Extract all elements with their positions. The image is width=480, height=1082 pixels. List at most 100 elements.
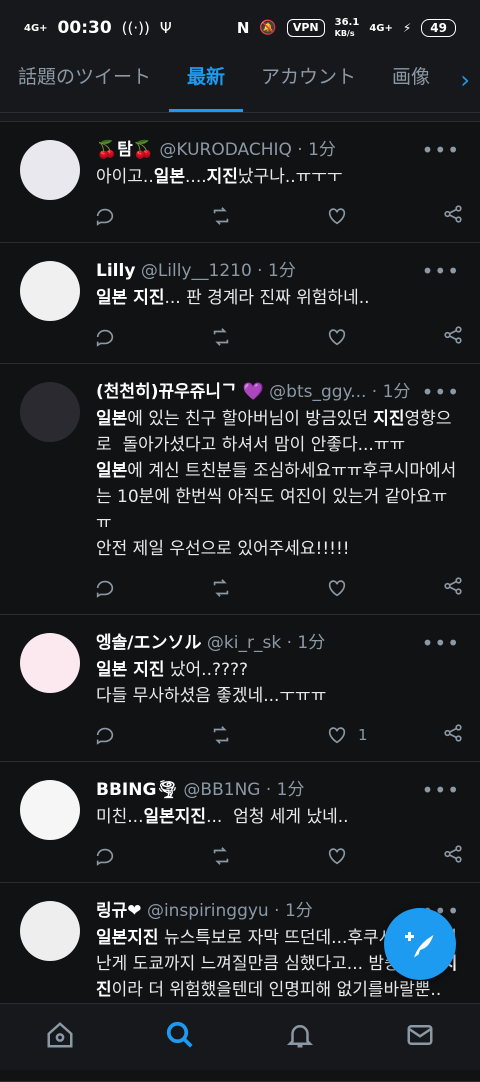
tweet-text: 일본에 있는 친구 할아버님이 방금있던 지진영향으로 돌아가셨다고 하셔서 맘… [96, 406, 462, 562]
reply-icon [96, 580, 114, 598]
reply-button[interactable] [94, 326, 210, 348]
tweet-actions [96, 830, 462, 882]
more-options-icon[interactable]: ••• [422, 380, 460, 404]
tweet-actions [96, 311, 462, 363]
display-name[interactable]: Lilly [96, 261, 135, 281]
nav-home[interactable] [45, 1020, 75, 1054]
share-button[interactable] [442, 324, 464, 350]
avatar[interactable] [20, 901, 80, 961]
handle: @inspiringgyu [146, 901, 269, 921]
nav-messages[interactable] [405, 1020, 435, 1054]
reply-icon [96, 208, 114, 226]
share-icon [444, 845, 462, 863]
highlight-text: 일본 [153, 167, 186, 187]
text-segment: 미친... [96, 807, 144, 827]
reply-button[interactable] [94, 724, 210, 746]
avatar[interactable] [20, 140, 80, 200]
mute-icon: 🔕 [259, 20, 277, 36]
avatar[interactable] [20, 780, 80, 840]
timestamp: 1分 [276, 780, 305, 800]
avatar[interactable] [20, 633, 80, 693]
text-segment: 에 있는 친구 할아버님이 방금있던 [127, 409, 374, 429]
net-speed: 36.1 KB/s [334, 17, 360, 38]
usb-icon: Ψ [159, 19, 172, 37]
display-name[interactable]: BBING🌪 [96, 780, 178, 800]
avatar[interactable] [20, 261, 80, 321]
retweet-button[interactable] [210, 845, 326, 867]
share-button[interactable] [442, 843, 464, 869]
tab-top[interactable]: 話題のツイート [0, 56, 169, 112]
share-button[interactable] [442, 203, 464, 229]
like-icon [328, 208, 346, 225]
nav-search[interactable] [165, 1020, 195, 1054]
timestamp: 1分 [308, 140, 336, 160]
reply-button[interactable] [94, 845, 210, 867]
bell-icon [286, 1025, 314, 1048]
share-icon [444, 205, 462, 223]
tweet-text: 일본 지진... 판 경계라 진짜 위험하네.. [96, 285, 462, 311]
share-button[interactable] [442, 575, 464, 601]
tweet[interactable]: ••• 엥솔/エンソル @ki_r_sk · 1分 일본 지진 났어..???? 다… [0, 615, 480, 762]
reply-button[interactable] [94, 577, 210, 599]
highlight-text: 일본지진 [96, 928, 159, 948]
display-name[interactable]: (천천히)뀨우쥬니ᄀ 💜 [96, 382, 264, 402]
text-segment: ... 엄청 세게 났네.. [206, 807, 349, 827]
retweet-button[interactable] [210, 326, 326, 348]
text-segment: ... 판 경계라 진짜 위험하네.. [164, 288, 370, 308]
share-icon [444, 326, 462, 344]
like-button[interactable] [326, 845, 442, 867]
separator: · [366, 382, 383, 402]
tweet[interactable]: ••• Lilly @Lilly__1210 · 1分 일본 지진... 판 경계라… [0, 243, 480, 364]
like-button[interactable] [326, 577, 442, 599]
highlight-text: 지진 [206, 167, 238, 187]
chevron-right-icon[interactable]: › [460, 66, 470, 94]
like-icon [328, 580, 346, 597]
retweet-button[interactable] [210, 724, 326, 746]
handle: @bts_ggy... [269, 382, 367, 402]
more-options-icon[interactable]: ••• [422, 259, 460, 283]
battery-indicator: 49 [421, 19, 456, 37]
text-segment: 에 계신 트친분들 조심하세요ㅠㅠ후쿠시마에서는 10분에 한번씩 아직도 여진… [96, 461, 457, 559]
tweet[interactable]: ••• BBING🌪 @BB1NG · 1分 미친...일본지진... 엄청 세게 … [0, 762, 480, 883]
reply-icon [96, 727, 114, 745]
like-icon [328, 848, 346, 865]
signal-icon: 4G+ [24, 22, 48, 34]
compose-tweet-button[interactable] [384, 908, 456, 980]
display-name[interactable]: 링규❤ [96, 901, 142, 921]
vpn-badge: VPN [286, 19, 325, 37]
tab-images[interactable]: 画像 [374, 56, 448, 112]
display-name[interactable]: 🍒탐🍒 [96, 140, 154, 160]
tweet-text: 일본 지진 났어..???? 다들 무사하셨음 좋겠네...ㅜㅠㅠ [96, 657, 462, 709]
tweet[interactable]: ••• 🍒탐🍒 @KURODACHIQ · 1分 아이고..일본....지진났구나.… [0, 122, 480, 243]
like-button[interactable] [326, 205, 442, 227]
tweet-header: 엥솔/エンソル @ki_r_sk · 1分 [96, 629, 462, 657]
retweet-button[interactable] [210, 577, 326, 599]
separator: · [260, 780, 277, 800]
status-bar: 4G+ 00:30 ((·)) Ψ N 🔕 VPN 36.1 KB/s 4G+ ⚡… [0, 0, 480, 56]
tweet[interactable]: ••• (천천히)뀨우쥬니ᄀ 💜 @bts_ggy... · 1分 일본에 있는 친… [0, 364, 480, 615]
display-name[interactable]: 엥솔/エンソル [96, 633, 202, 653]
reply-icon [96, 848, 114, 866]
like-count: 1 [358, 726, 368, 744]
reply-button[interactable] [94, 205, 210, 227]
handle: @KURODACHIQ [159, 140, 292, 160]
home-icon [47, 1022, 73, 1048]
retweet-button[interactable] [210, 205, 326, 227]
like-button[interactable]: 1 [326, 724, 442, 746]
separator: · [251, 261, 268, 281]
handle: @BB1NG [183, 780, 261, 800]
text-segment: .... [185, 167, 207, 187]
reply-icon [96, 329, 114, 347]
tab-accounts[interactable]: アカウント [243, 56, 374, 112]
timestamp: 1分 [297, 633, 326, 653]
tweet-header: (천천히)뀨우쥬니ᄀ 💜 @bts_ggy... · 1分 [96, 378, 462, 406]
nav-notifications[interactable] [285, 1020, 315, 1054]
retweet-icon [213, 726, 229, 744]
tab-latest[interactable]: 最新 [169, 56, 244, 112]
more-options-icon[interactable]: ••• [422, 138, 460, 162]
more-options-icon[interactable]: ••• [422, 778, 460, 802]
share-button[interactable] [442, 722, 464, 748]
more-options-icon[interactable]: ••• [422, 631, 460, 655]
like-button[interactable] [326, 326, 442, 348]
avatar[interactable] [20, 382, 80, 442]
